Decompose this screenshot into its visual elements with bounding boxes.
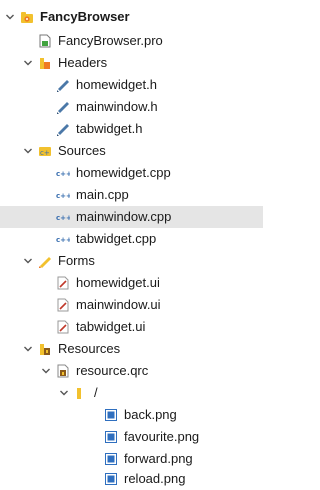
file-label: mainwindow.ui [76, 297, 161, 312]
file-label: homewidget.ui [76, 275, 160, 290]
chevron-down-icon[interactable] [22, 255, 34, 267]
header-file-icon [56, 78, 70, 92]
file-label: tabwidget.h [76, 121, 143, 136]
ui-form-file-icon [56, 320, 70, 334]
file-label: mainwindow.h [76, 99, 158, 114]
file-label: reload.png [124, 471, 186, 486]
prefix-label: / [94, 385, 98, 400]
chevron-down-icon[interactable] [22, 343, 34, 355]
tree-row-sources[interactable]: c+ Sources [0, 140, 263, 162]
chevron-down-icon[interactable] [58, 387, 70, 399]
image-file-icon [104, 472, 118, 486]
tree-row-file[interactable]: tabwidget.ui [0, 316, 263, 338]
tree-row-file[interactable]: favourite.png [0, 426, 263, 448]
file-label: homewidget.cpp [76, 165, 171, 180]
tree-row-file[interactable]: forward.png [0, 448, 263, 470]
tree-row-file[interactable]: c++ main.cpp [0, 184, 263, 206]
svg-text:c+: c+ [40, 149, 50, 157]
qrc-file-icon [56, 364, 70, 378]
file-label: favourite.png [124, 429, 200, 444]
file-label: mainwindow.cpp [76, 209, 172, 224]
tree-row-file[interactable]: mainwindow.ui [0, 294, 263, 316]
qt-project-icon [20, 10, 34, 24]
file-label: homewidget.h [76, 77, 157, 92]
sources-label: Sources [58, 143, 106, 158]
ui-form-file-icon [56, 276, 70, 290]
file-label: tabwidget.ui [76, 319, 146, 334]
tree-row-prefix[interactable]: / [0, 382, 263, 404]
file-label: back.png [124, 407, 177, 422]
tree-row-file-selected[interactable]: c++ mainwindow.cpp [0, 206, 263, 228]
header-file-icon [56, 122, 70, 136]
svg-text:c++: c++ [56, 192, 70, 200]
file-label: forward.png [124, 451, 193, 466]
resources-folder-icon [38, 342, 52, 356]
headers-folder-icon [38, 56, 52, 70]
tree-row-qrc[interactable]: resource.qrc [0, 360, 263, 382]
tree-row-project[interactable]: FancyBrowser [0, 6, 263, 28]
cpp-file-icon: c++ [56, 210, 70, 224]
tree-row-file[interactable]: c++ homewidget.cpp [0, 162, 263, 184]
svg-text:c++: c++ [56, 170, 70, 178]
image-file-icon [104, 430, 118, 444]
tree-row-resources[interactable]: Resources [0, 338, 263, 360]
tree-row-file[interactable]: tabwidget.h [0, 118, 263, 140]
chevron-down-icon[interactable] [4, 11, 16, 23]
tree-row-file[interactable]: back.png [0, 404, 263, 426]
chevron-down-icon[interactable] [40, 365, 52, 377]
tree-row-file[interactable]: reload.png [0, 468, 263, 490]
tree-row-forms[interactable]: Forms [0, 250, 263, 272]
cpp-file-icon: c++ [56, 232, 70, 246]
resources-label: Resources [58, 341, 121, 356]
pro-file-label: FancyBrowser.pro [58, 33, 163, 48]
svg-text:c++: c++ [56, 236, 70, 244]
ui-form-file-icon [56, 298, 70, 312]
forms-folder-icon [38, 254, 52, 268]
cpp-file-icon: c++ [56, 166, 70, 180]
tree-row-pro-file[interactable]: FancyBrowser.pro [0, 30, 263, 52]
chevron-down-icon[interactable] [22, 57, 34, 69]
svg-text:c++: c++ [56, 214, 70, 222]
file-label: tabwidget.cpp [76, 231, 157, 246]
prefix-folder-icon [74, 386, 88, 400]
sources-folder-icon: c+ [38, 144, 52, 158]
image-file-icon [104, 452, 118, 466]
chevron-down-icon[interactable] [22, 145, 34, 157]
tree-row-file[interactable]: c++ tabwidget.cpp [0, 228, 263, 250]
file-label: main.cpp [76, 187, 129, 202]
header-file-icon [56, 100, 70, 114]
cpp-file-icon: c++ [56, 188, 70, 202]
tree-row-file[interactable]: homewidget.ui [0, 272, 263, 294]
forms-label: Forms [58, 253, 95, 268]
image-file-icon [104, 408, 118, 422]
project-name: FancyBrowser [40, 9, 130, 24]
tree-row-file[interactable]: homewidget.h [0, 74, 263, 96]
headers-label: Headers [58, 55, 108, 70]
project-tree: FancyBrowser FancyBrowser.pro Headers ho… [0, 0, 263, 486]
qrc-label: resource.qrc [76, 363, 149, 378]
tree-row-file[interactable]: mainwindow.h [0, 96, 263, 118]
pro-file-icon [38, 34, 52, 48]
tree-row-headers[interactable]: Headers [0, 52, 263, 74]
